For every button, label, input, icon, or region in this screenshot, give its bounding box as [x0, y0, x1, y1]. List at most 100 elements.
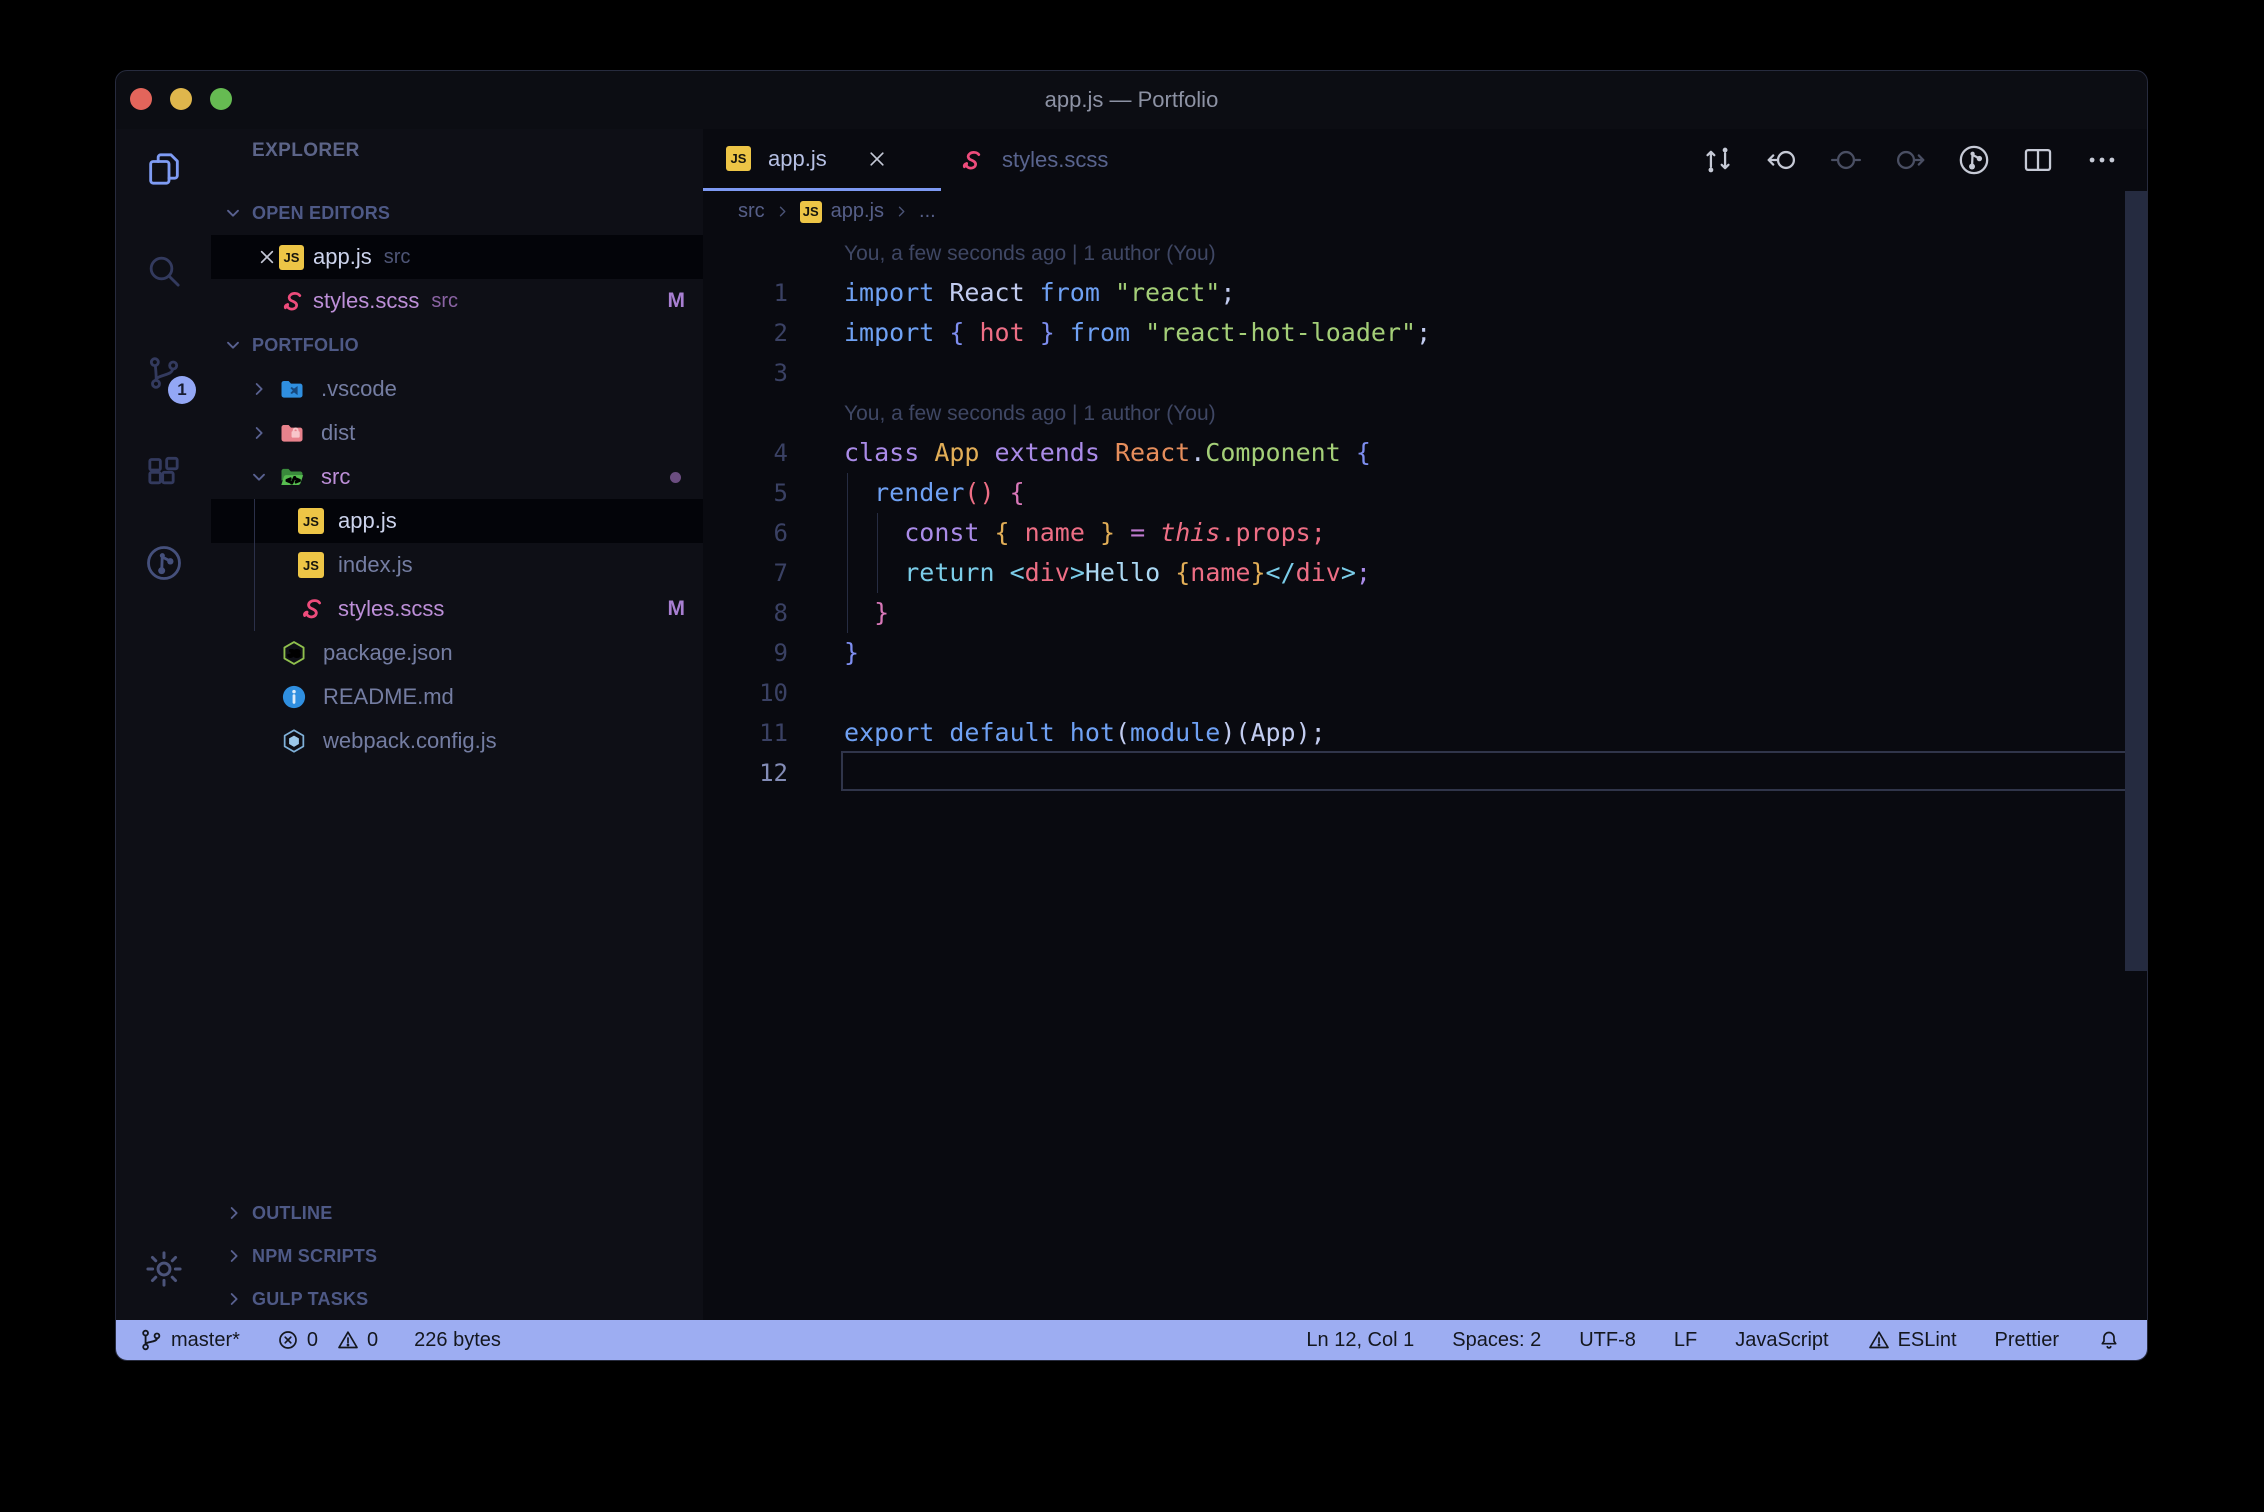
line-number: 12 — [703, 753, 788, 793]
open-editor-styles.scss[interactable]: styles.scsssrcM — [211, 279, 703, 323]
section-npm-scripts[interactable]: NPM SCRIPTS — [211, 1234, 703, 1278]
status-problems[interactable]: 00 — [276, 1328, 378, 1352]
status-notifications[interactable] — [2097, 1328, 2121, 1352]
section-gulp-tasks[interactable]: GULP TASKS — [211, 1277, 703, 1321]
close-editor-icon[interactable] — [256, 246, 278, 268]
explorer-sidebar: EXPLOREROPEN EDITORSJSapp.jssrcstyles.sc… — [211, 129, 703, 1320]
tree-indent-guide — [254, 499, 255, 631]
modified-badge: M — [668, 587, 686, 631]
status-bar-right: Ln 12, Col 1 Spaces: 2 UTF-8 LF JavaScript ES… — [1306, 1328, 2121, 1352]
extensions-icon — [144, 454, 184, 494]
status-language-mode[interactable]: JavaScript — [1735, 1329, 1828, 1352]
toolbar-change-disabled-button[interactable] — [1829, 143, 1863, 177]
tree-item-webpack.config.js[interactable]: webpack.config.js — [211, 719, 703, 763]
editor-scrollbar[interactable] — [2125, 191, 2147, 971]
toolbar-previous-change-button[interactable] — [1765, 143, 1799, 177]
chevron-right-icon — [893, 203, 910, 220]
compare-icon — [1701, 143, 1735, 177]
folder-vscode-icon — [278, 375, 306, 403]
tree-item-README.md[interactable]: README.md — [211, 675, 703, 719]
js-file-icon: JS — [800, 201, 822, 223]
toolbar-more-actions-button[interactable] — [2085, 143, 2119, 177]
status-prettier[interactable]: Prettier — [1995, 1329, 2059, 1352]
chevron-right-icon — [224, 1246, 244, 1266]
branch-icon — [138, 1327, 164, 1353]
code-line-3[interactable]: 3 — [703, 353, 2147, 393]
editor-group: JSapp.jsstyles.scss srcJSapp.js... You, … — [703, 129, 2147, 1320]
title-bar[interactable]: app.js — Portfolio — [116, 71, 2147, 129]
status-eslint[interactable]: ESLint — [1867, 1328, 1957, 1352]
breadcrumb-item[interactable]: ... — [919, 200, 936, 223]
code-line-8[interactable]: 8 } — [703, 593, 2147, 633]
code-line-2[interactable]: 2import { hot } from "react-hot-loader"; — [703, 313, 2147, 353]
open-editors-header[interactable]: OPEN EDITORS — [211, 191, 703, 235]
tab-styles.scss[interactable]: styles.scss — [941, 129, 1193, 191]
section-outline[interactable]: OUTLINE — [211, 1191, 703, 1235]
toolbar-compare-changes-button[interactable] — [1701, 143, 1735, 177]
activity-item-search[interactable] — [116, 243, 211, 299]
dash-circle-icon — [1829, 143, 1863, 177]
toolbar-next-change-button[interactable] — [1893, 143, 1927, 177]
source-control-badge: 1 — [168, 376, 196, 404]
tree-item-index.js[interactable]: JSindex.js — [211, 543, 703, 587]
tree-item-dist[interactable]: dist — [211, 411, 703, 455]
line-number: 10 — [703, 673, 788, 713]
code-line-text: class App extends React.Component { — [844, 433, 1371, 473]
chevron-right-icon — [774, 203, 791, 220]
close-tab-icon[interactable] — [865, 147, 889, 171]
codelens[interactable]: You, a few seconds ago | 1 author (You) — [844, 393, 1216, 433]
breadcrumb[interactable]: src JS app.js... — [738, 191, 936, 231]
chevron-right-icon — [249, 379, 269, 399]
tree-item-.vscode[interactable]: .vscode — [211, 367, 703, 411]
status-indentation[interactable]: Spaces: 2 — [1452, 1329, 1541, 1352]
sass-icon — [298, 595, 326, 623]
status-cursor-position[interactable]: Ln 12, Col 1 — [1306, 1329, 1414, 1352]
code-line-9[interactable]: 9} — [703, 633, 2147, 673]
tree-item-styles.scss[interactable]: styles.scssM — [211, 587, 703, 631]
code-line-11[interactable]: 11export default hot(module)(App); — [703, 713, 2147, 753]
code-line-5[interactable]: 5 render() { — [703, 473, 2147, 513]
breadcrumb-item[interactable]: src — [738, 200, 765, 223]
open-editor-app.js[interactable]: JSapp.jssrc — [211, 235, 703, 279]
code-line-1[interactable]: 1import React from "react"; — [703, 273, 2147, 313]
codelens[interactable]: You, a few seconds ago | 1 author (You) — [844, 233, 1216, 273]
tab-app.js[interactable]: JSapp.js — [703, 129, 941, 191]
sass-icon — [958, 147, 985, 174]
js-file-icon: JS — [726, 146, 751, 171]
codelens-row: You, a few seconds ago | 1 author (You) — [703, 233, 2147, 273]
code-editor[interactable]: You, a few seconds ago | 1 author (You)1… — [703, 231, 2147, 1320]
status-eol[interactable]: LF — [1674, 1329, 1697, 1352]
activity-item-explorer[interactable] — [116, 141, 211, 197]
next-change-icon — [1893, 143, 1927, 177]
code-line-10[interactable]: 10 — [703, 673, 2147, 713]
status-file-size[interactable]: 226 bytes — [414, 1329, 501, 1352]
activity-item-git-graph[interactable] — [116, 535, 211, 591]
js-file-icon: JS — [298, 508, 324, 534]
vscode-window: app.js — Portfolio 1 EXPLOREROPEN EDITOR… — [115, 70, 2148, 1361]
warning-icon — [336, 1328, 360, 1352]
code-line-6[interactable]: 6 const { name } = this.props; — [703, 513, 2147, 553]
toolbar-git-history-button[interactable] — [1957, 143, 1991, 177]
status-git-branch[interactable]: master* — [138, 1327, 240, 1353]
line-number: 2 — [703, 313, 788, 353]
chevron-right-icon — [224, 1289, 244, 1309]
activity-item-extensions[interactable] — [116, 446, 211, 502]
activity-item-source-control[interactable]: 1 — [116, 345, 211, 401]
code-line-7[interactable]: 7 return <div>Hello {name}</div>; — [703, 553, 2147, 593]
toolbar-split-editor-button[interactable] — [2021, 143, 2055, 177]
tree-item-app.js[interactable]: JSapp.js — [211, 499, 703, 543]
code-line-text: return <div>Hello {name}</div>; — [844, 553, 1371, 593]
status-encoding[interactable]: UTF-8 — [1579, 1329, 1636, 1352]
code-line-4[interactable]: 4class App extends React.Component { — [703, 433, 2147, 473]
svg-text:JS: JS — [288, 649, 301, 660]
activity-item-settings[interactable] — [116, 1241, 211, 1297]
line-number: 1 — [703, 273, 788, 313]
breadcrumb-separator-icon — [893, 203, 910, 220]
tree-item-src[interactable]: </>src — [211, 455, 703, 499]
status-bar: master* 00 226 bytes Ln 12, Col 1 Spaces: 2… — [116, 1320, 2147, 1360]
tab-strip: JSapp.jsstyles.scss — [703, 129, 2147, 191]
tree-item-package.json[interactable]: JSpackage.json — [211, 631, 703, 675]
breadcrumb-item[interactable]: app.js — [831, 200, 884, 223]
project-header[interactable]: PORTFOLIO — [211, 323, 703, 367]
code-line-text: render() { — [844, 473, 1025, 513]
